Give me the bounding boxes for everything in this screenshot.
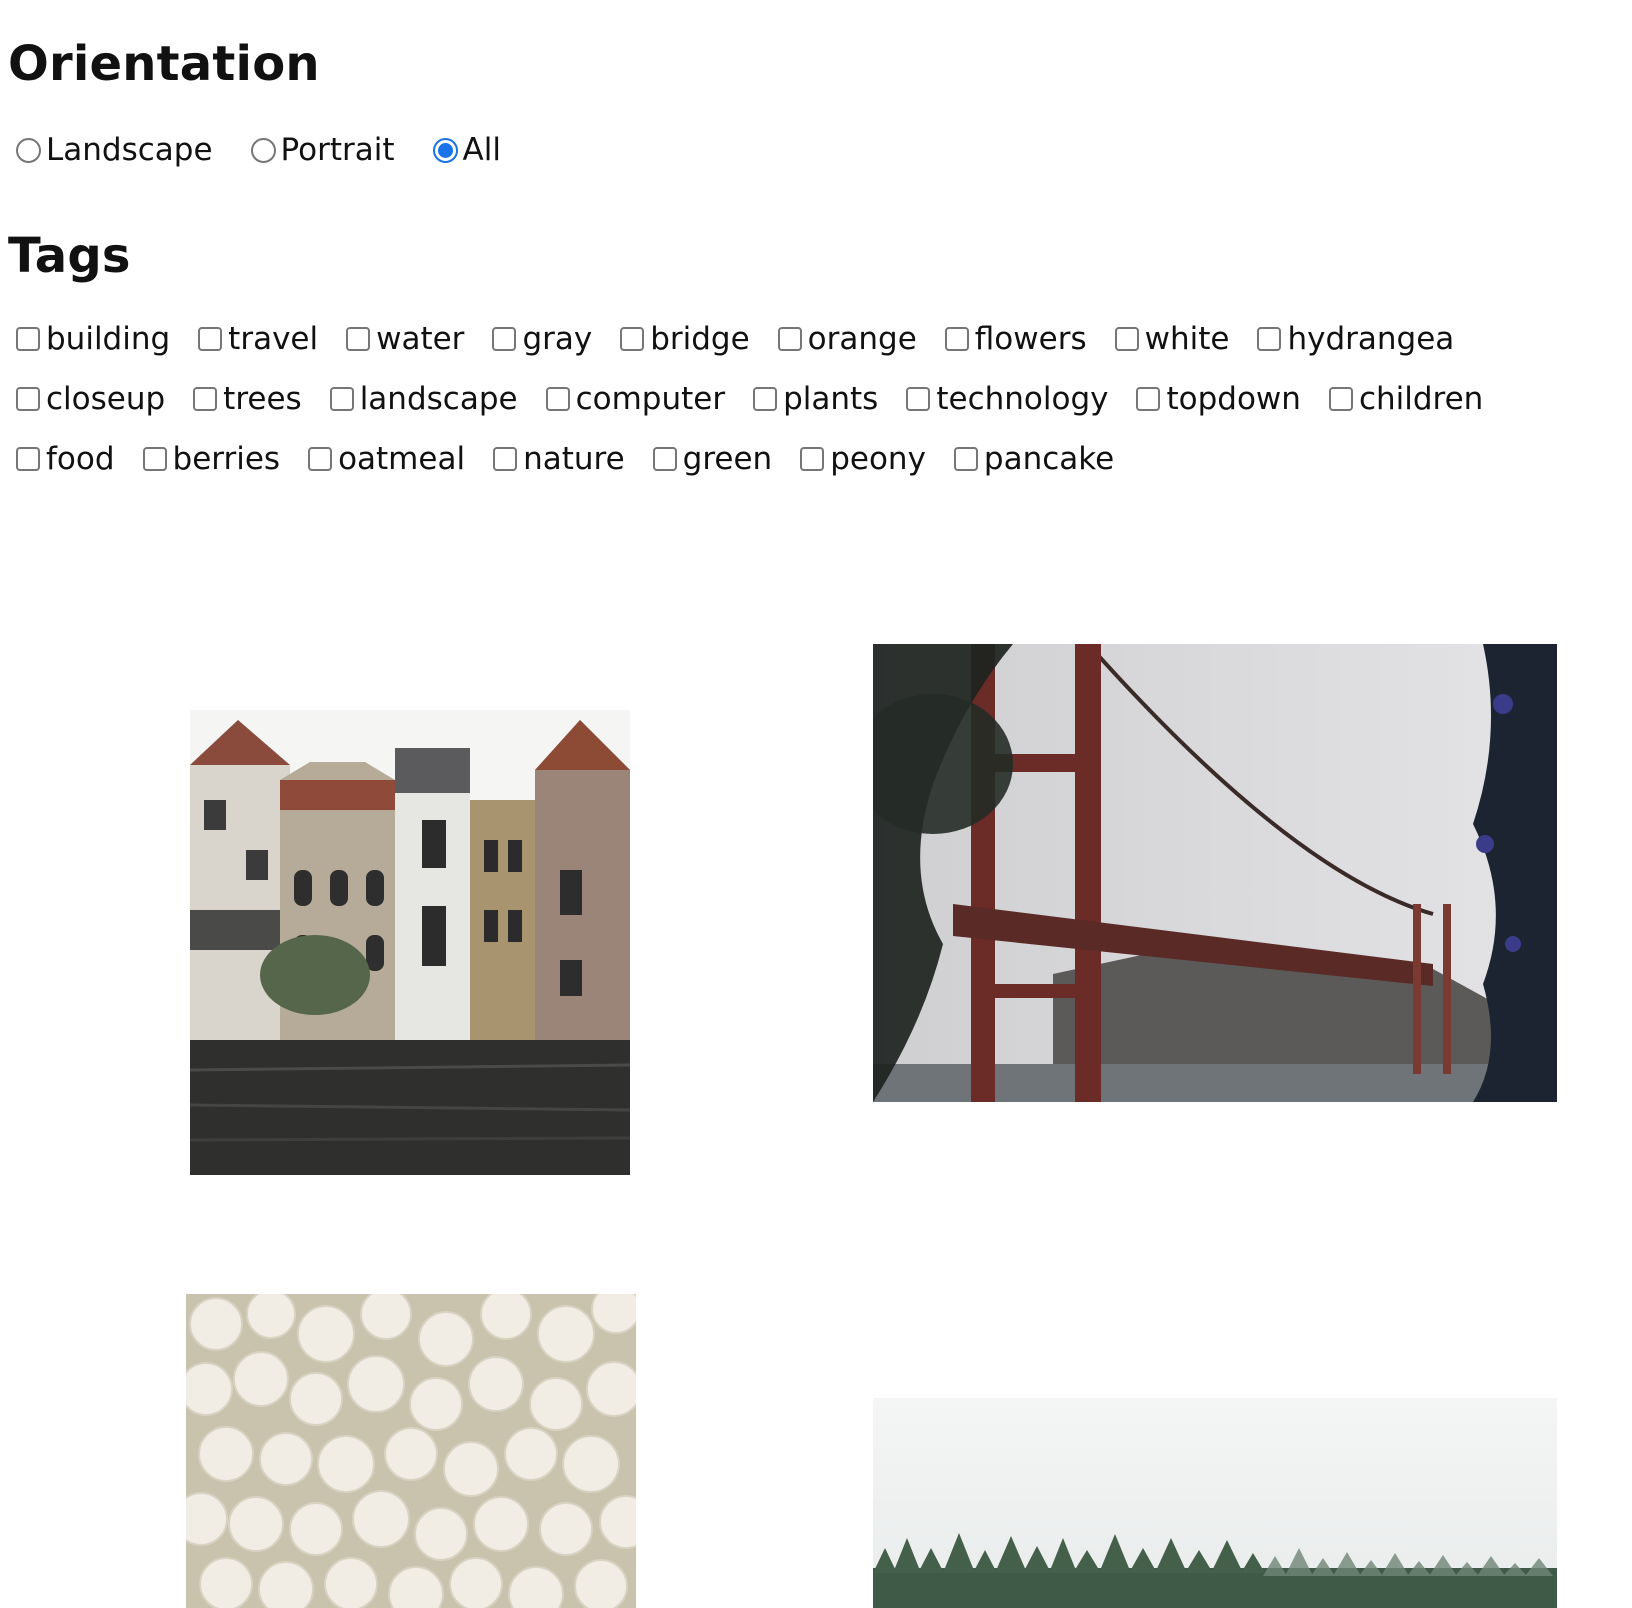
tag-topdown[interactable]: topdown <box>1136 381 1301 417</box>
tag-berries[interactable]: berries <box>142 441 281 477</box>
portrait-radio[interactable] <box>250 137 276 163</box>
tag-checkbox[interactable] <box>953 447 978 471</box>
tag-checkbox[interactable] <box>1114 327 1139 351</box>
tag-row: building travel water gray bridge orange… <box>16 321 1454 357</box>
tag-label: technology <box>936 381 1109 417</box>
tag-trees[interactable]: trees <box>193 381 302 417</box>
tag-checkbox[interactable] <box>652 447 677 471</box>
tag-checkbox[interactable] <box>16 327 40 351</box>
tag-checkbox[interactable] <box>753 387 778 411</box>
tag-travel[interactable]: travel <box>198 321 318 357</box>
tag-checkbox[interactable] <box>308 447 333 471</box>
tag-orange[interactable]: orange <box>777 321 917 357</box>
tag-plants[interactable]: plants <box>753 381 878 417</box>
tag-green[interactable]: green <box>652 441 773 477</box>
tag-checkbox[interactable] <box>1136 387 1161 411</box>
tag-nature[interactable]: nature <box>493 441 625 477</box>
tag-label: pancake <box>983 441 1115 477</box>
tag-label: topdown <box>1166 381 1301 417</box>
tag-checkbox[interactable] <box>493 447 518 471</box>
tag-label: water <box>376 321 465 357</box>
white-hydrangea-image <box>186 1294 636 1608</box>
tag-bridge[interactable]: bridge <box>620 321 750 357</box>
tag-checkbox[interactable] <box>1257 327 1282 351</box>
orientation-option-landscape[interactable]: Landscape <box>16 132 213 168</box>
tag-checkbox[interactable] <box>193 387 218 411</box>
orientation-option-all[interactable]: All <box>432 132 501 168</box>
tag-pancake[interactable]: pancake <box>953 441 1115 477</box>
tag-oatmeal[interactable]: oatmeal <box>308 441 465 477</box>
tag-checkbox[interactable] <box>800 447 825 471</box>
tag-checkbox[interactable] <box>1328 387 1353 411</box>
tag-label: plants <box>783 381 879 417</box>
tag-label: travel <box>228 321 319 357</box>
tag-label: hydrangea <box>1287 321 1455 357</box>
tag-label: berries <box>172 441 281 477</box>
tag-label: orange <box>807 321 917 357</box>
tag-hydrangea[interactable]: hydrangea <box>1257 321 1454 357</box>
tag-checkbox[interactable] <box>198 327 223 351</box>
landscape-label: Landscape <box>46 132 213 168</box>
tag-label: landscape <box>359 381 518 417</box>
photo-canal-houses[interactable] <box>190 710 630 1175</box>
all-radio[interactable] <box>432 137 458 163</box>
tag-checkbox[interactable] <box>492 327 517 351</box>
tag-label: closeup <box>46 381 166 417</box>
tag-label: gray <box>522 321 593 357</box>
tag-building[interactable]: building <box>16 321 170 357</box>
tag-label: green <box>682 441 773 477</box>
tag-label: nature <box>523 441 625 477</box>
tag-landscape[interactable]: landscape <box>329 381 518 417</box>
tag-label: computer <box>575 381 726 417</box>
foggy-bridge-image <box>873 644 1557 1102</box>
tag-checkbox[interactable] <box>16 387 40 411</box>
tags-heading: Tags <box>8 228 131 284</box>
orientation-heading: Orientation <box>8 36 320 92</box>
orientation-option-portrait[interactable]: Portrait <box>250 132 395 168</box>
orientation-options: Landscape Portrait All <box>16 132 501 168</box>
photo-foggy-bridge[interactable] <box>873 644 1557 1102</box>
tag-checkbox[interactable] <box>545 387 570 411</box>
landscape-radio[interactable] <box>16 137 41 163</box>
tag-gray[interactable]: gray <box>492 321 592 357</box>
tag-checkbox[interactable] <box>944 327 969 351</box>
tag-label: oatmeal <box>338 441 466 477</box>
tag-white[interactable]: white <box>1114 321 1230 357</box>
tag-row: food berries oatmeal nature green peony … <box>16 441 1114 477</box>
tag-label: food <box>46 441 115 477</box>
tag-closeup[interactable]: closeup <box>16 381 165 417</box>
tag-label: peony <box>830 441 926 477</box>
tag-checkbox[interactable] <box>777 327 802 351</box>
photo-misty-forest[interactable] <box>873 1398 1557 1608</box>
misty-forest-image <box>873 1398 1557 1608</box>
tag-peony[interactable]: peony <box>800 441 926 477</box>
tag-label: flowers <box>974 321 1087 357</box>
tag-checkbox[interactable] <box>329 387 354 411</box>
tag-row: closeup trees landscape computer plants … <box>16 381 1483 417</box>
tag-checkbox[interactable] <box>620 327 645 351</box>
tag-checkbox[interactable] <box>906 387 931 411</box>
tag-label: white <box>1144 321 1230 357</box>
tag-label: children <box>1358 381 1484 417</box>
portrait-label: Portrait <box>280 132 395 168</box>
tag-label: trees <box>223 381 302 417</box>
tag-water[interactable]: water <box>346 321 464 357</box>
tag-food[interactable]: food <box>16 441 115 477</box>
tag-label: building <box>46 321 171 357</box>
all-label: All <box>462 132 501 168</box>
tag-checkbox[interactable] <box>346 327 371 351</box>
tag-label: bridge <box>650 321 750 357</box>
photo-white-hydrangea[interactable] <box>186 1294 636 1608</box>
tag-checkbox[interactable] <box>16 447 40 471</box>
tag-technology[interactable]: technology <box>906 381 1108 417</box>
tag-children[interactable]: children <box>1328 381 1484 417</box>
tag-computer[interactable]: computer <box>545 381 726 417</box>
tag-flowers[interactable]: flowers <box>944 321 1087 357</box>
tag-checkbox[interactable] <box>142 447 167 471</box>
canal-houses-image <box>190 710 630 1175</box>
